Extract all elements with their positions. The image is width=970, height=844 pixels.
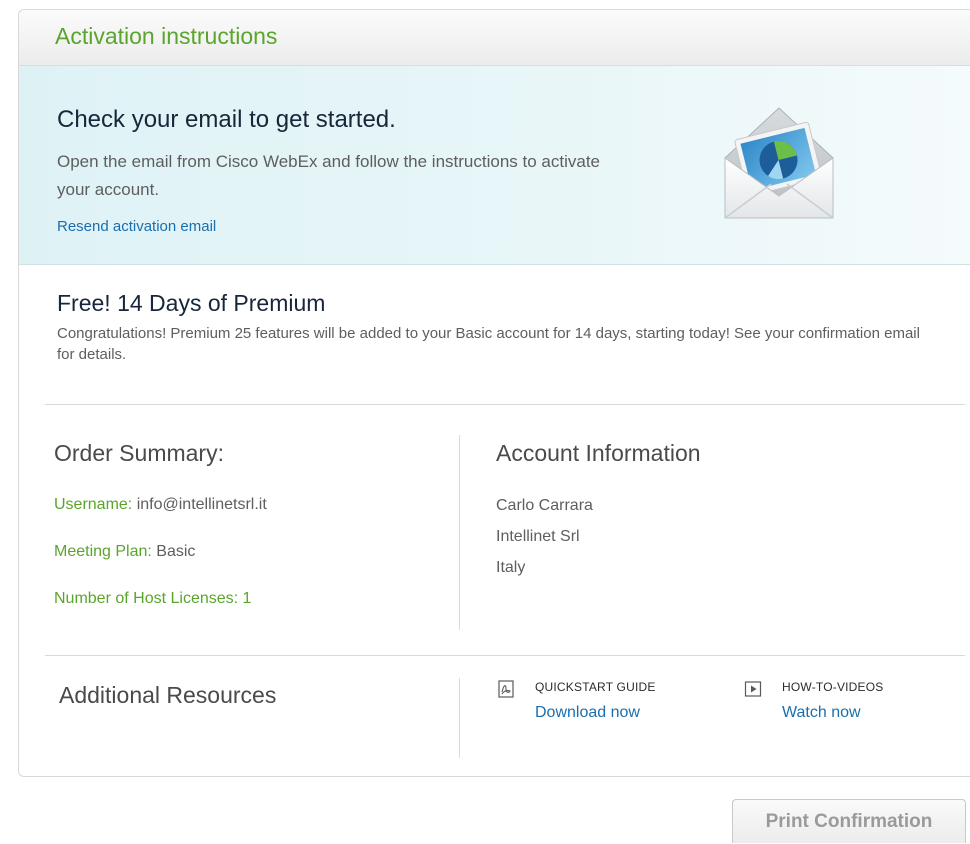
premium-title: Free! 14 Days of Premium [57, 290, 326, 316]
licenses-label: Number of Host Licenses: [54, 590, 239, 607]
activation-description: Open the email from Cisco WebEx and foll… [57, 152, 600, 199]
watch-now-link[interactable]: Watch now [782, 704, 861, 722]
additional-resources-title: Additional Resources [59, 682, 277, 708]
order-username-row: Username: info@intellinetsrl.it [54, 496, 267, 514]
panel-header: Activation instructions [19, 10, 970, 66]
licenses-value: 1 [242, 590, 252, 607]
username-value: info@intellinetsrl.it [136, 496, 267, 513]
download-now-link[interactable]: Download now [535, 704, 640, 722]
print-confirmation-button[interactable]: Print Confirmation [732, 799, 966, 843]
activation-headline: Check your email to get started. [57, 106, 396, 133]
panel-title: Activation instructions [55, 23, 278, 49]
activation-banner: Check your email to get started. Open th… [19, 66, 970, 265]
column-divider [459, 435, 460, 630]
account-company: Intellinet Srl [496, 528, 580, 545]
order-licenses-row: Number of Host Licenses: 1 [54, 590, 251, 608]
quickstart-label: QUICKSTART GUIDE [535, 680, 656, 694]
username-label: Username: [54, 496, 133, 513]
divider [45, 655, 965, 656]
videos-label: HOW-TO-VIDEOS [782, 680, 884, 694]
column-divider [459, 678, 460, 758]
envelope-icon [724, 107, 834, 219]
premium-offer: Free! 14 Days of Premium Congratulations… [57, 290, 937, 365]
premium-text: Congratulations! Premium 25 features wil… [57, 325, 920, 363]
order-summary-title: Order Summary: [54, 440, 224, 466]
divider [45, 404, 965, 405]
pdf-document-icon [498, 680, 514, 698]
play-icon [744, 681, 762, 697]
account-name: Carlo Carrara [496, 497, 593, 514]
resend-activation-link[interactable]: Resend activation email [57, 218, 216, 235]
plan-label: Meeting Plan: [54, 543, 152, 560]
account-country: Italy [496, 559, 526, 576]
order-plan-row: Meeting Plan: Basic [54, 543, 195, 561]
activation-panel: Activation instructions Check your email… [18, 9, 970, 777]
account-info-title: Account Information [496, 440, 701, 466]
plan-value: Basic [156, 543, 196, 560]
